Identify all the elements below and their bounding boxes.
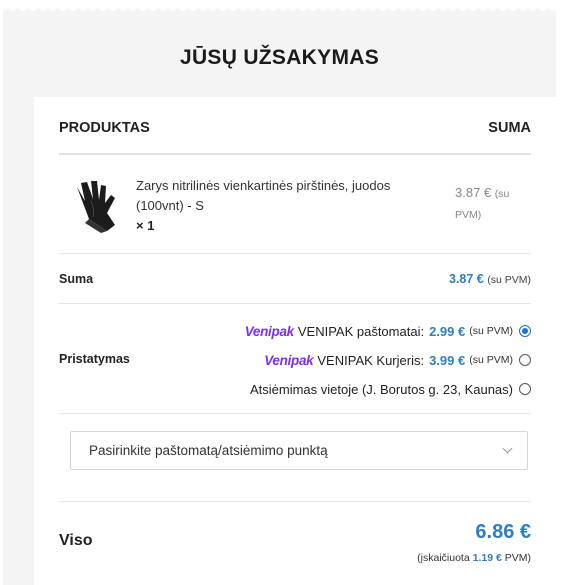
pickup-point-select[interactable]: Pasirinkite paštomatą/atsiėmimo punktą: [70, 431, 528, 470]
shipping-option-note: (su PVM): [469, 325, 513, 337]
shipping-label: Pristatymas: [59, 352, 130, 366]
black-glove-image: [77, 181, 115, 233]
table-header: PRODUKTAS SUMA: [59, 97, 531, 155]
shipping-option-note: (su PVM): [469, 354, 513, 366]
product-name: Zarys nitrilinės vienkartinės pirštinės,…: [136, 178, 391, 213]
radio-selected[interactable]: [519, 325, 531, 337]
shipping-option-label: VENIPAK Kurjeris:: [317, 352, 425, 368]
total-value: 6.86 €: [475, 521, 531, 543]
radio-unselected[interactable]: [519, 354, 531, 366]
subtotal-label: Suma: [59, 272, 94, 286]
shipping-option-venipak-courier[interactable]: Venipak VENIPAK Kurjeris: 3.99 € (su PVM…: [264, 350, 531, 370]
subtotal-row: Suma 3.87 € (su PVM): [59, 253, 531, 303]
shipping-option-price: 2.99 €: [429, 323, 466, 339]
subtotal-note: (su PVM): [487, 274, 531, 286]
venipak-logo: Venipak: [264, 352, 314, 368]
column-sum: SUMA: [488, 120, 531, 136]
shipping-option-local-pickup[interactable]: Atsiėmimas vietoje (J. Borutos g. 23, Ka…: [250, 379, 531, 399]
venipak-logo: Venipak: [244, 323, 294, 339]
tax-value: 1.19 €: [472, 552, 502, 564]
chevron-down-icon: [502, 443, 513, 454]
product-row: Zarys nitrilinės vienkartinės pirštinės,…: [59, 157, 531, 253]
order-card: PRODUKTAS SUMA Zarys nitrilinės vienkart…: [34, 97, 556, 585]
radio-unselected[interactable]: [519, 383, 531, 395]
shipping-option-price: 3.99 €: [429, 352, 466, 368]
product-quantity: × 1: [136, 218, 155, 233]
column-product: PRODUKTAS: [59, 120, 150, 136]
total-label: Viso: [59, 532, 93, 549]
shipping-option-label: Atsiėmimas vietoje (J. Borutos g. 23, Ka…: [249, 381, 513, 397]
shipping-row: Pristatymas Venipak VENIPAK paštomatai: …: [59, 303, 531, 414]
product-price: 3.87 €: [455, 185, 492, 200]
pickup-point-placeholder: Pasirinkite paštomatą/atsiėmimo punktą: [89, 443, 328, 458]
page-title: JŪSŲ UŽSAKYMAS: [179, 46, 380, 69]
shipping-option-label: VENIPAK paštomatai:: [297, 323, 425, 339]
shipping-option-venipak-lockers[interactable]: Venipak VENIPAK paštomatai: 2.99 € (su P…: [245, 321, 531, 341]
total-row: Viso 6.86 € (įskaičiuota 1.19 € PVM): [59, 501, 531, 585]
subtotal-value: 3.87 €: [448, 272, 484, 286]
total-tax-note: (įskaičiuota 1.19 € PVM): [417, 552, 531, 564]
order-summary-panel: JŪSŲ UŽSAKYMAS PRODUKTAS SUMA Zarys nitr…: [3, 6, 556, 585]
